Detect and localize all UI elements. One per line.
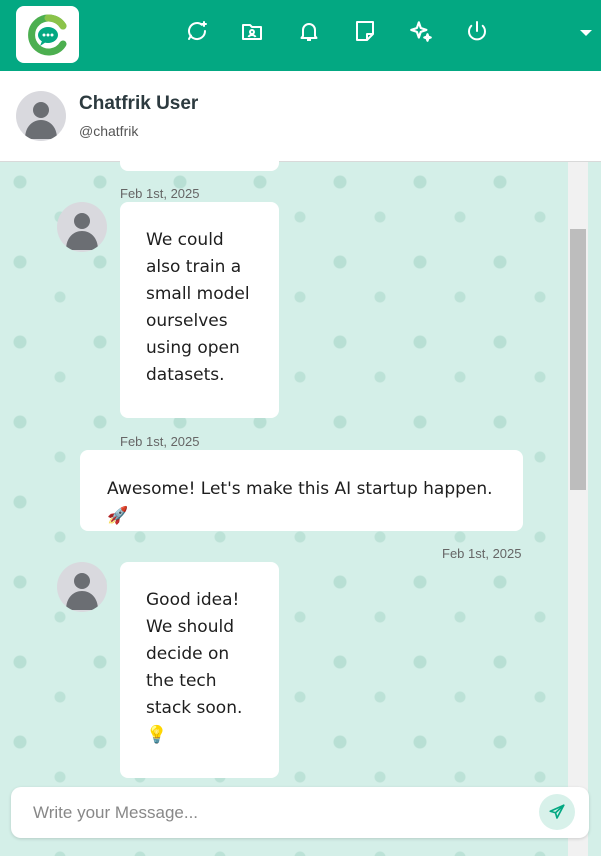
previous-message-bubble <box>120 152 279 171</box>
chat-scrollbar-thumb[interactable] <box>570 229 586 490</box>
user-avatar[interactable] <box>16 91 66 141</box>
message-timestamp: Feb 1st, 2025 <box>442 546 522 561</box>
app-logo[interactable] <box>16 6 79 63</box>
default-user-icon <box>66 213 98 250</box>
message-timestamp: Feb 1st, 2025 <box>120 186 200 201</box>
message-bubble: Good idea! We should decide on the tech … <box>120 562 279 778</box>
ai-sparkle-icon[interactable] <box>406 16 436 46</box>
contact-name: Chatfrik User <box>79 93 199 114</box>
message-composer <box>11 787 589 838</box>
menu-dropdown-caret[interactable] <box>580 30 592 36</box>
top-nav-bar <box>0 0 601 71</box>
message-bubble: Awesome! Let's make this AI startup happ… <box>80 450 523 531</box>
default-user-icon <box>66 573 98 610</box>
sender-avatar[interactable] <box>57 562 107 612</box>
power-icon[interactable] <box>462 16 492 46</box>
notifications-icon[interactable] <box>294 16 324 46</box>
send-button[interactable] <box>539 794 575 830</box>
chatfrik-logo-icon <box>27 14 66 55</box>
sender-avatar[interactable] <box>57 202 107 252</box>
message-input[interactable] <box>33 800 513 826</box>
send-icon <box>549 804 565 819</box>
default-user-icon <box>25 102 57 139</box>
chat-header: Chatfrik User @chatfrik <box>0 71 601 162</box>
message-bubble: We could also train a small model oursel… <box>120 202 279 418</box>
contact-handle: @chatfrik <box>79 123 139 139</box>
notes-icon[interactable] <box>350 16 380 46</box>
new-chat-icon[interactable] <box>182 16 212 46</box>
contacts-icon[interactable] <box>237 16 267 46</box>
message-timestamp: Feb 1st, 2025 <box>120 434 200 449</box>
